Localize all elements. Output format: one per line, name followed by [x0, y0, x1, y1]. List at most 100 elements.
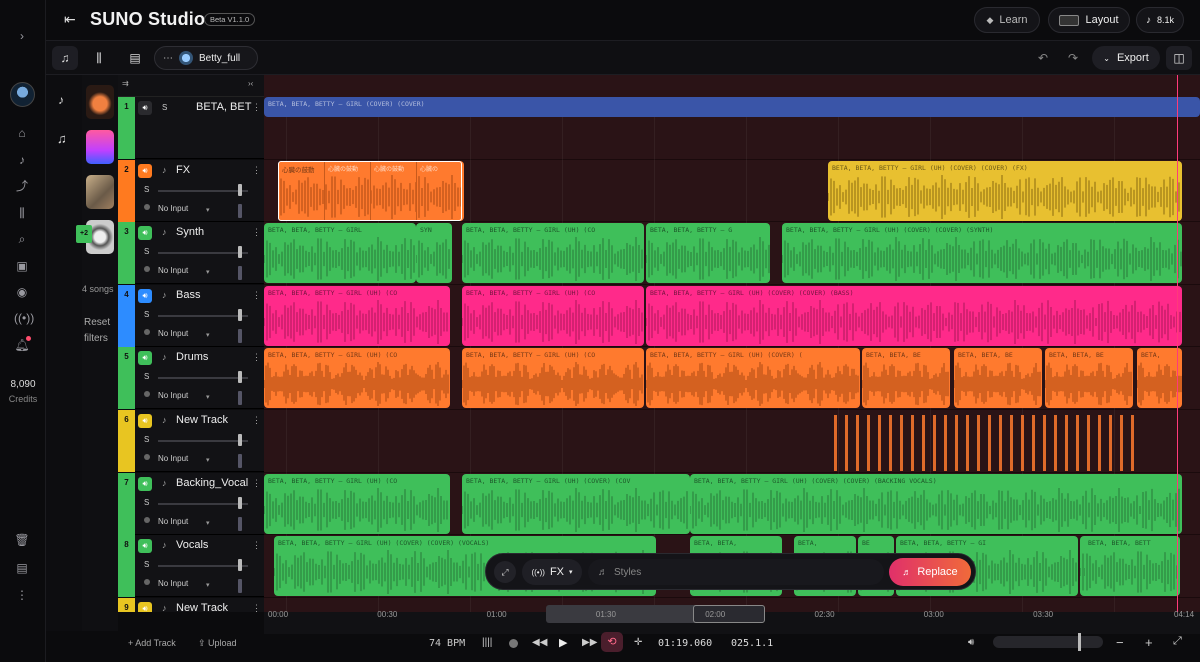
expand-arrows-icon[interactable]: ⤢ — [494, 561, 516, 583]
solo-button[interactable]: S — [144, 560, 149, 569]
speaker-icon[interactable]: 🔊︎ — [138, 288, 152, 303]
metronome-icon[interactable]: |||| — [482, 637, 492, 648]
fx-dropdown[interactable]: ((•)) FX ▾ — [522, 559, 582, 585]
track-menu-icon[interactable]: ⋮ — [252, 227, 261, 238]
speaker-icon[interactable]: 🔊︎ — [138, 101, 152, 115]
layout-button[interactable]: Layout — [1048, 7, 1130, 33]
audio-clip[interactable]: BETA, — [1137, 348, 1182, 409]
pan-knob[interactable] — [238, 579, 242, 594]
volume-knob[interactable] — [238, 434, 242, 446]
audio-clip[interactable]: BETA, BETA, BE — [862, 348, 950, 409]
record-arm-icon[interactable] — [144, 454, 150, 460]
pan-knob[interactable] — [238, 391, 242, 406]
volume-slider[interactable] — [158, 189, 248, 192]
audio-clip[interactable]: BETA, BETA, BETTY — GIRL (UH) (CO — [462, 348, 644, 409]
volume-knob[interactable] — [238, 496, 242, 509]
audio-clip[interactable]: BETA, BETA, BETTY — G — [646, 223, 770, 284]
solo-button[interactable]: S — [144, 372, 149, 381]
audio-clip[interactable]: BETA, BETA, BETTY — GIRL (UH) (CO — [264, 348, 450, 409]
music-notes-icon[interactable]: ♫ — [57, 131, 67, 146]
audio-clip[interactable]: SYN — [416, 223, 452, 284]
volume-knob[interactable] — [238, 246, 242, 259]
track-row[interactable]: 4 🔊︎ ♪ Bass ⋮ S No Input ▾ — [118, 284, 264, 347]
record-arm-icon[interactable] — [144, 579, 150, 586]
notes-icon[interactable]: ▤ — [122, 46, 148, 70]
expand-chevron-icon[interactable]: › — [14, 28, 30, 44]
zoom-slider-knob[interactable] — [1078, 633, 1081, 651]
export-button[interactable]: ⌄ Export — [1092, 46, 1160, 70]
speaker-icon[interactable]: 🔊︎ — [138, 226, 152, 241]
speaker-icon[interactable]: 🔊︎ — [138, 351, 152, 366]
replace-button[interactable]: ♬ Replace — [889, 558, 971, 586]
audio-clip[interactable]: BETA, BETA, BETTY — GIRL (UH) (COVER) ( — [646, 348, 860, 409]
studio-icon[interactable]: ▣ — [14, 258, 30, 274]
audio-clip[interactable]: BETA, BETA, BE — [1045, 348, 1133, 409]
track-menu-icon[interactable]: ⋮ — [252, 540, 261, 551]
music-note-icon[interactable]: ♪ — [14, 152, 30, 168]
track-row[interactable]: 5 🔊︎ ♪ Drums ⋮ S No Input ▾ — [118, 347, 264, 410]
volume-slider[interactable] — [158, 502, 248, 505]
track-name[interactable]: Drums — [176, 351, 248, 363]
record-arm-icon[interactable] — [144, 203, 150, 210]
track-menu-icon[interactable]: ⋮ — [252, 352, 261, 363]
volume-icon[interactable]: 🔊︎ — [968, 637, 974, 648]
track-name[interactable]: Bass — [176, 289, 248, 301]
track-row[interactable]: 2 🔊︎ ♪ FX ⋮ S No Input ▾ — [118, 159, 264, 222]
audio-clip[interactable]: BETA, BETA, BETTY — GIRL (UH) (COVER) (C… — [646, 285, 1182, 346]
pan-knob[interactable] — [238, 454, 242, 468]
solo-button[interactable]: S — [144, 310, 149, 319]
volume-slider[interactable] — [158, 440, 248, 442]
volume-slider[interactable] — [158, 252, 248, 255]
audio-clip[interactable]: BETA, BETA, BETTY — GIRL (UH) (CO — [264, 473, 450, 534]
volume-slider[interactable] — [158, 377, 248, 380]
record-icon[interactable] — [509, 639, 518, 648]
volume-knob[interactable] — [238, 371, 242, 384]
audio-clip[interactable]: BETA, BETA, BETTY — GIRL (UH) (CO — [462, 223, 644, 284]
more-vertical-icon[interactable]: ⋮ — [14, 587, 30, 603]
home-icon[interactable]: ⌂ — [14, 125, 30, 141]
solo-button[interactable]: S — [144, 435, 149, 444]
audio-clip[interactable]: BETA, BETA, BETTY — GIRL (COVER) (COVER) — [264, 97, 1200, 117]
likes-button[interactable]: ♪ 8.1k — [1136, 7, 1184, 33]
library-icon[interactable]: ⫼ — [14, 205, 30, 221]
scrubber-window[interactable] — [693, 605, 765, 623]
track-menu-icon[interactable]: ⋮ — [252, 478, 261, 489]
search-icon[interactable]: ⌕ — [14, 231, 30, 247]
clip-selection[interactable] — [278, 160, 462, 221]
volume-knob[interactable] — [238, 308, 242, 321]
radio-icon[interactable]: ((•)) — [14, 310, 34, 326]
document-icon[interactable]: ▤ — [14, 560, 30, 576]
speaker-icon[interactable]: 🔊︎ — [138, 163, 152, 178]
audio-clip[interactable]: BETA, BETA, BETTY — GIRL — [264, 223, 416, 284]
panel-toggle-icon[interactable]: ◫ — [1166, 46, 1192, 70]
pan-knob[interactable] — [238, 203, 242, 218]
styles-input[interactable]: ♬ Styles — [588, 559, 884, 585]
speaker-icon[interactable]: 🔊︎ — [138, 476, 152, 491]
track-row[interactable]: 7 🔊︎ ♪ Backing_Vocal ⋮ S No Input ▾ — [118, 472, 264, 535]
redo-icon[interactable]: ↷ — [1060, 46, 1086, 70]
track-menu-icon[interactable]: ⋮ — [252, 165, 261, 176]
track-name[interactable]: FX — [176, 164, 248, 176]
audio-clip[interactable]: BETA, BETA, BETTY — GIRL (UH) (COVER) (C… — [690, 473, 1182, 534]
audio-clip[interactable]: BETA, BETA, BETTY — GIRL (UH) (COVER) (C… — [828, 160, 1182, 221]
undo-icon[interactable]: ↶ — [1030, 46, 1056, 70]
record-arm-icon[interactable] — [144, 266, 150, 273]
song-thumbnail[interactable] — [86, 175, 114, 209]
record-arm-icon[interactable] — [144, 328, 150, 335]
volume-slider[interactable] — [158, 565, 248, 568]
track-row[interactable]: 1 🔊︎ S BETA, BET ⋮ — [118, 97, 264, 159]
back-arrow-icon[interactable]: ⇤ — [64, 11, 76, 28]
speaker-icon[interactable]: 🔊︎ — [138, 414, 152, 428]
audio-clip[interactable]: BETA, BETA, BETTY — GIRL (UH) (COVER) (C… — [782, 223, 1182, 284]
track-menu-icon[interactable]: ⋮ — [252, 102, 261, 113]
audio-clip[interactable]: BETA, BETA, BETTY — GIRL (UH) (CO — [264, 285, 450, 346]
track-name[interactable]: New Track — [176, 414, 248, 426]
speaker-icon[interactable]: 🔊︎ — [138, 539, 152, 554]
fullscreen-icon[interactable]: ⤢ — [1173, 635, 1182, 648]
record-arm-icon[interactable] — [144, 516, 150, 523]
expand-icon[interactable]: ›‹ — [248, 79, 253, 88]
pan-knob[interactable] — [238, 328, 242, 343]
reset-filters-button[interactable]: Reset filters — [84, 315, 118, 347]
song-thumbnail[interactable] — [86, 85, 114, 119]
pan-knob[interactable] — [238, 516, 242, 531]
